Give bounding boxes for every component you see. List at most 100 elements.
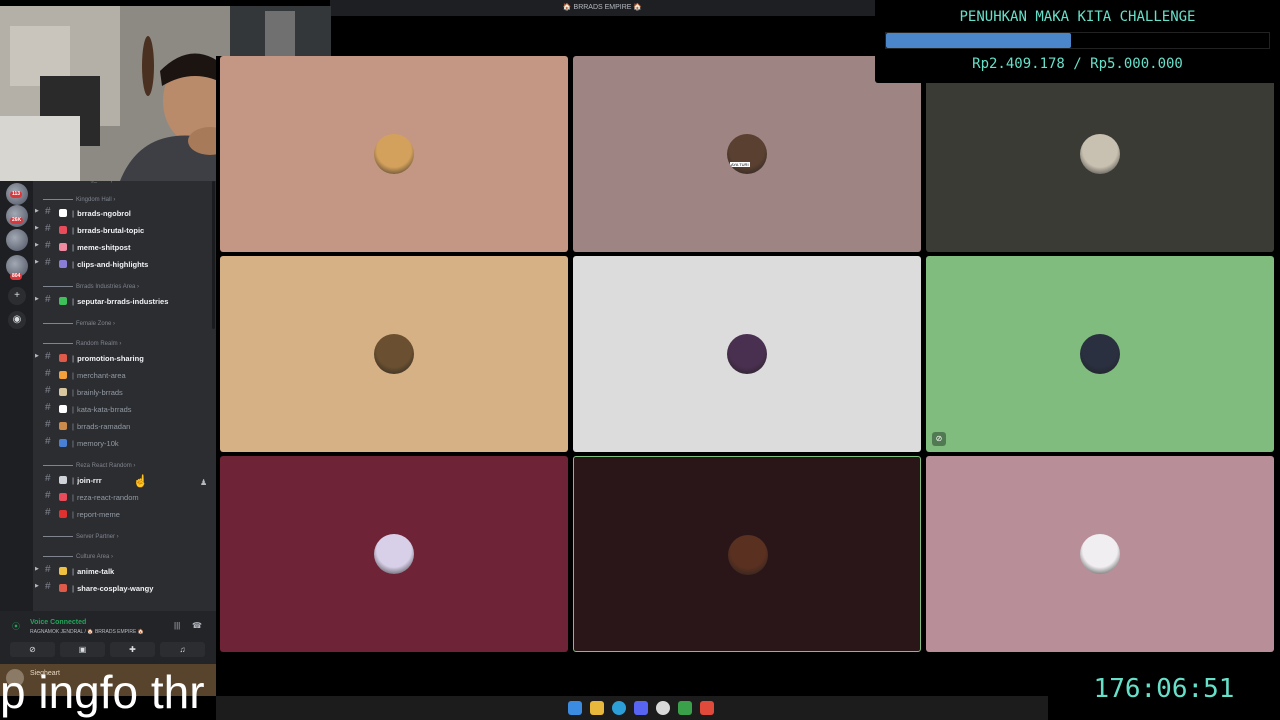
channel-name: promotion-sharing <box>77 354 144 363</box>
channel-item[interactable]: # | brainly-brrads <box>33 385 213 401</box>
channel-item[interactable]: # | join-rrr <box>33 473 213 489</box>
channel-emoji-icon <box>59 567 67 575</box>
channel-name: merchant-area <box>76 371 126 380</box>
donation-progress-bar <box>885 32 1270 49</box>
expand-arrow-icon[interactable]: ▶ <box>35 225 39 231</box>
avatar[interactable] <box>1080 334 1120 374</box>
chrome-icon[interactable] <box>656 701 670 715</box>
voice-status[interactable]: Voice Connected <box>30 619 86 626</box>
noise-suppression-icon[interactable]: ||| <box>174 621 180 630</box>
participant-tile[interactable] <box>926 456 1274 652</box>
channel-item[interactable]: ▶ # | brrads-ngobrol <box>33 206 213 222</box>
channel-item[interactable]: ▶ # | promotion-sharing <box>33 351 213 367</box>
avatar[interactable] <box>1080 134 1120 174</box>
participant-tile[interactable] <box>573 456 921 652</box>
channel-item[interactable]: ▶ # | seputar-brrads-industries <box>33 294 213 310</box>
stream-timer: 176:06:51 <box>1048 666 1280 720</box>
expand-arrow-icon[interactable]: ▶ <box>35 296 39 302</box>
channel-label: | share-cosplay-wangy <box>72 584 153 593</box>
expand-arrow-icon[interactable]: ▶ <box>35 259 39 265</box>
channel-label: | seputar-brrads-industries <box>72 297 168 306</box>
mention-badge: 113 <box>10 191 23 198</box>
channel-item[interactable]: # | kata-kata-brrads <box>33 402 213 418</box>
sidebar-scrollbar[interactable] <box>212 181 215 329</box>
category-divider <box>43 535 73 537</box>
channel-label: | brrads-ngobrol <box>72 209 131 218</box>
avatar[interactable] <box>374 334 414 374</box>
channel-label: | join-rrr <box>72 476 102 485</box>
server-icon[interactable] <box>6 229 28 251</box>
chevron-right-icon: › <box>117 341 122 347</box>
channel-separator: | <box>72 439 74 448</box>
participant-tile[interactable] <box>220 456 568 652</box>
channel-item[interactable]: ▶ # | clips-and-highlights <box>33 257 213 273</box>
discord-icon[interactable] <box>634 701 648 715</box>
avatar[interactable] <box>374 534 414 574</box>
channel-item[interactable]: # | report-meme <box>33 507 213 523</box>
channel-item[interactable]: # | reza-react-random <box>33 490 213 506</box>
avatar[interactable]: AYA TURI <box>727 134 767 174</box>
category-header[interactable]: Female Zone › <box>43 321 115 333</box>
participant-tile[interactable] <box>926 56 1274 252</box>
channel-item[interactable]: ▶ # | meme-shitpost <box>33 240 213 256</box>
channel-name: clips-and-highlights <box>77 260 149 269</box>
add-member-icon[interactable]: ♟ <box>200 478 207 487</box>
channel-item[interactable]: ▶ # | brrads-brutal-topic <box>33 223 213 239</box>
voice-location[interactable]: RAGNAMOK JENDRAL / 🏠 BRRADS EMPIRE 🏠 <box>30 629 144 635</box>
edge-icon[interactable] <box>612 701 626 715</box>
mic-muted-icon: ⊘ <box>932 432 946 446</box>
channel-item[interactable]: ▶ # | anime-talk <box>33 564 213 580</box>
channel-item[interactable]: # | brrads-ramadan <box>33 419 213 435</box>
soundboard-icon[interactable]: ♫ <box>160 642 205 657</box>
hashtag-icon: # <box>45 402 51 413</box>
expand-arrow-icon[interactable]: ▶ <box>35 566 39 572</box>
channel-item[interactable]: ▶ # | share-cosplay-wangy <box>33 581 213 597</box>
call-header-bar <box>330 16 875 56</box>
expand-arrow-icon[interactable]: ▶ <box>35 353 39 359</box>
participant-tile[interactable]: AYA TURI <box>573 56 921 252</box>
signal-icon[interactable]: ⦿ <box>12 621 20 632</box>
expand-arrow-icon[interactable]: ▶ <box>35 583 39 589</box>
channel-separator: | <box>72 354 75 363</box>
brave-icon[interactable] <box>700 701 714 715</box>
expand-arrow-icon[interactable]: ▶ <box>35 208 39 214</box>
expand-arrow-icon[interactable]: ▶ <box>35 242 39 248</box>
disconnect-icon[interactable]: ☎ <box>192 621 202 630</box>
channel-name: brrads-ramadan <box>76 422 131 431</box>
camera-off-icon[interactable]: ⊘ <box>10 642 55 657</box>
participant-tile[interactable] <box>220 56 568 252</box>
participant-tile[interactable] <box>573 256 921 452</box>
server-list: 113 26K 804 + ◉ <box>0 181 33 611</box>
hashtag-icon: # <box>45 368 51 379</box>
avatar[interactable] <box>374 134 414 174</box>
category-label: Reza React Random <box>76 463 132 469</box>
channel-label: | reza-react-random <box>72 493 139 502</box>
channel-item[interactable]: # | merchant-area <box>33 368 213 384</box>
play-icon[interactable] <box>678 701 692 715</box>
channel-emoji-icon <box>59 510 67 518</box>
category-header[interactable]: Server Partner › <box>43 534 119 546</box>
start-icon[interactable] <box>568 701 582 715</box>
screen-share-icon[interactable]: ▣ <box>60 642 105 657</box>
participant-tile[interactable]: ⊘ <box>926 256 1274 452</box>
channel-separator: | <box>72 476 75 485</box>
hashtag-icon: # <box>45 507 51 518</box>
compass-icon[interactable]: ◉ <box>8 311 26 329</box>
channel-item[interactable]: # | memory-10k <box>33 436 213 452</box>
activities-icon[interactable]: ✚ <box>110 642 155 657</box>
hashtag-icon: # <box>45 473 51 484</box>
avatar[interactable] <box>727 334 767 374</box>
avatar[interactable] <box>728 535 768 575</box>
avatar[interactable] <box>1080 534 1120 574</box>
timer-text: 176:06:51 <box>1093 674 1235 704</box>
category-divider <box>43 555 73 557</box>
plus-icon[interactable]: + <box>8 287 26 305</box>
channel-separator: | <box>72 584 75 593</box>
file-explorer-icon[interactable] <box>590 701 604 715</box>
channel-emoji-icon <box>59 388 67 396</box>
participant-tile[interactable] <box>220 256 568 452</box>
channel-name: seputar-brrads-industries <box>77 297 169 306</box>
channel-name: kata-kata-brrads <box>76 405 132 414</box>
channel-separator: | <box>72 567 75 576</box>
chevron-right-icon: › <box>135 284 140 290</box>
